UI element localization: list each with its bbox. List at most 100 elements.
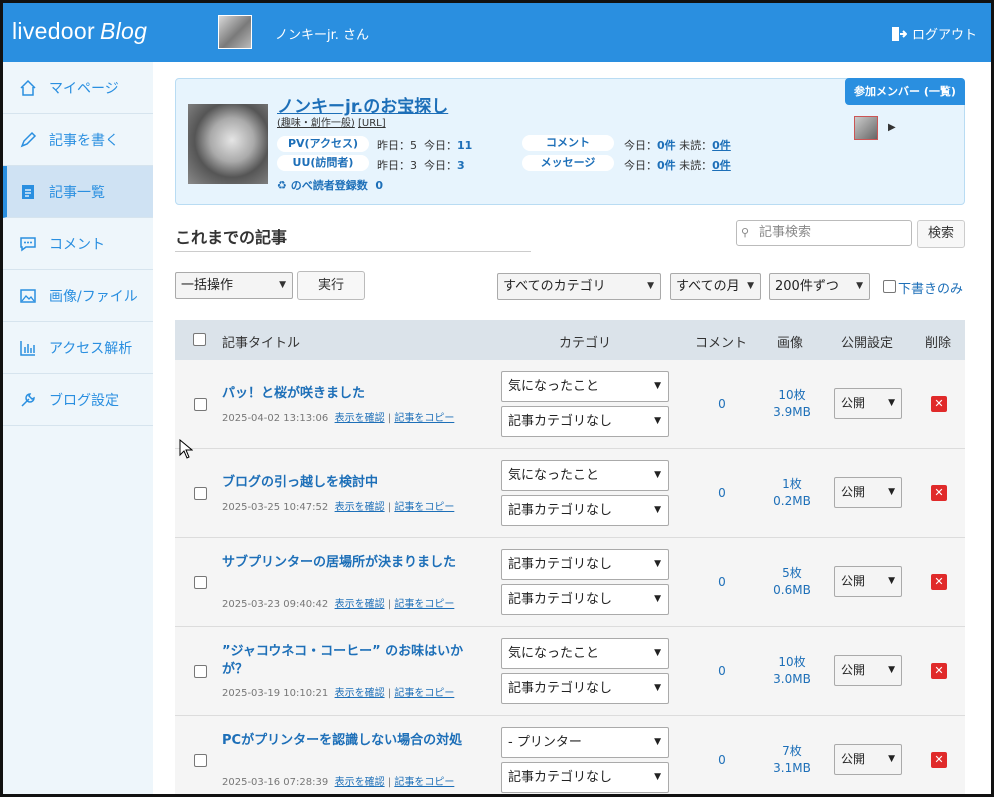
header-images: 画像 bbox=[777, 336, 804, 351]
article-title-link[interactable]: サブプリンターの居場所が決まりました bbox=[222, 554, 472, 572]
blog-summary: ノンキーjr.のお宝探し (趣味・創作一般) [URL] PV(アクセス) 昨日… bbox=[175, 78, 965, 205]
member-next-icon[interactable]: ▶ bbox=[888, 122, 896, 133]
chevron-down-icon: ▼ bbox=[654, 505, 661, 515]
article-search-input[interactable]: 記事検索 bbox=[736, 220, 912, 246]
view-link[interactable]: 表示を確認 bbox=[335, 502, 385, 513]
copy-link[interactable]: 記事をコピー bbox=[394, 688, 454, 699]
copy-link[interactable]: 記事をコピー bbox=[394, 502, 454, 513]
drafts-only-label[interactable]: 下書きのみ bbox=[898, 278, 963, 297]
sidebar-item-analytics[interactable]: アクセス解析 bbox=[3, 322, 153, 374]
view-link[interactable]: 表示を確認 bbox=[335, 777, 385, 788]
article-title-link[interactable]: PCがプリンターを認識しない場合の対処 bbox=[222, 732, 472, 750]
sidebar-item-label: ブログ設定 bbox=[49, 392, 119, 409]
comment-count[interactable]: 0 bbox=[715, 664, 729, 678]
comment-unread-link[interactable]: 0件 bbox=[712, 139, 731, 152]
sidebar-item-label: 記事を書く bbox=[49, 132, 119, 149]
search-icon: ⚲ bbox=[741, 226, 750, 239]
delete-icon[interactable]: ✕ bbox=[931, 752, 947, 768]
visibility-select[interactable]: 公開 ▼ bbox=[834, 477, 902, 508]
article-title-link[interactable]: パッ！と桜が咲きました bbox=[222, 385, 472, 403]
delete-icon[interactable]: ✕ bbox=[931, 485, 947, 501]
sidebar-item-mypage[interactable]: マイページ bbox=[3, 62, 153, 114]
logout-label: ログアウト bbox=[911, 28, 977, 43]
category-select-1[interactable]: 気になったこと ▼ bbox=[501, 638, 669, 669]
copy-link[interactable]: 記事をコピー bbox=[394, 777, 454, 788]
category-select-1[interactable]: 気になったこと ▼ bbox=[501, 371, 669, 402]
row-checkbox[interactable] bbox=[194, 665, 207, 678]
comment-count[interactable]: 0 bbox=[715, 486, 729, 500]
article-meta: 2025-04-02 13:13:06 表示を確認 | 記事をコピー bbox=[222, 413, 455, 424]
logout-link[interactable]: ログアウト bbox=[891, 24, 977, 43]
visibility-select[interactable]: 公開 ▼ bbox=[834, 744, 902, 775]
comment-count[interactable]: 0 bbox=[715, 397, 729, 411]
category-value: - プリンター bbox=[508, 735, 582, 750]
visibility-select[interactable]: 公開 ▼ bbox=[834, 566, 902, 597]
image-info[interactable]: 1枚 0.2MB bbox=[764, 476, 820, 510]
row-checkbox[interactable] bbox=[194, 754, 207, 767]
drafts-only-checkbox[interactable] bbox=[883, 280, 896, 293]
category-select-1[interactable]: - プリンター ▼ bbox=[501, 727, 669, 758]
comment-count[interactable]: 0 bbox=[715, 575, 729, 589]
blog-category-label[interactable]: (趣味・創作一般) bbox=[277, 118, 355, 129]
sidebar-item-comments[interactable]: コメント bbox=[3, 218, 153, 270]
visibility-value: 公開 bbox=[841, 574, 866, 588]
category-select-2[interactable]: 記事カテゴリなし ▼ bbox=[501, 673, 669, 704]
member-avatar[interactable] bbox=[854, 116, 878, 140]
category-value: 記事カテゴリなし bbox=[508, 414, 613, 429]
bulk-action-select[interactable]: 一括操作 ▼ bbox=[175, 272, 293, 299]
category-select-2[interactable]: 記事カテゴリなし ▼ bbox=[501, 495, 669, 526]
category-select-2[interactable]: 記事カテゴリなし ▼ bbox=[501, 762, 669, 793]
copy-link[interactable]: 記事をコピー bbox=[394, 599, 454, 610]
sidebar-item-articles[interactable]: 記事一覧 bbox=[3, 166, 153, 218]
visibility-select[interactable]: 公開 ▼ bbox=[834, 388, 902, 419]
sidebar-item-write[interactable]: 記事を書く bbox=[3, 114, 153, 166]
sidebar-item-label: マイページ bbox=[49, 80, 119, 97]
message-unread-link[interactable]: 0件 bbox=[712, 159, 731, 172]
blog-url-link[interactable]: [URL] bbox=[358, 118, 386, 129]
chevron-down-icon: ▼ bbox=[654, 594, 661, 604]
article-title-link[interactable]: ”ジャコウネコ・コーヒー” のお味はいかが？ bbox=[222, 643, 472, 679]
article-title-link[interactable]: ブログの引っ越しを検討中 bbox=[222, 474, 472, 492]
view-link[interactable]: 表示を確認 bbox=[335, 599, 385, 610]
copy-link[interactable]: 記事をコピー bbox=[394, 413, 454, 424]
row-checkbox[interactable] bbox=[194, 487, 207, 500]
search-button[interactable]: 検索 bbox=[917, 220, 965, 248]
month-filter-select[interactable]: すべての月 ▼ bbox=[670, 273, 761, 300]
delete-icon[interactable]: ✕ bbox=[931, 663, 947, 679]
row-checkbox[interactable] bbox=[194, 576, 207, 589]
comment-stats: 今日：0件 未読：0件 bbox=[624, 137, 731, 153]
execute-button[interactable]: 実行 bbox=[297, 271, 365, 300]
user-avatar[interactable] bbox=[218, 15, 252, 49]
members-list-button[interactable]: 参加メンバー (一覧) bbox=[845, 78, 965, 105]
category-select-2[interactable]: 記事カテゴリなし ▼ bbox=[501, 406, 669, 437]
select-all-checkbox[interactable] bbox=[193, 333, 206, 346]
article-meta: 2025-03-16 07:28:39 表示を確認 | 記事をコピー bbox=[222, 777, 455, 788]
sidebar-item-settings[interactable]: ブログ設定 bbox=[3, 374, 153, 426]
image-info[interactable]: 7枚 3.1MB bbox=[764, 743, 820, 777]
image-info[interactable]: 5枚 0.6MB bbox=[764, 565, 820, 599]
section-title: これまでの記事 bbox=[175, 228, 288, 247]
category-select-2[interactable]: 記事カテゴリなし ▼ bbox=[501, 584, 669, 615]
pv-stats: 昨日：5 今日：11 bbox=[377, 137, 472, 153]
image-info[interactable]: 10枚 3.0MB bbox=[764, 654, 820, 688]
table-row: ”ジャコウネコ・コーヒー” のお味はいかが？ 2025-03-19 10:10:… bbox=[175, 627, 965, 716]
header-delete: 削除 bbox=[925, 336, 952, 351]
category-select-1[interactable]: 記事カテゴリなし ▼ bbox=[501, 549, 669, 580]
sidebar-item-label: コメント bbox=[49, 236, 105, 253]
user-name[interactable]: ノンキーjr. さん bbox=[275, 24, 369, 43]
delete-icon[interactable]: ✕ bbox=[931, 396, 947, 412]
category-filter-select[interactable]: すべてのカテゴリ ▼ bbox=[497, 273, 661, 300]
view-link[interactable]: 表示を確認 bbox=[335, 688, 385, 699]
per-page-select[interactable]: 200件ずつ ▼ bbox=[769, 273, 870, 300]
category-value: 記事カテゴリなし bbox=[508, 503, 613, 518]
view-link[interactable]: 表示を確認 bbox=[335, 413, 385, 424]
blog-thumbnail[interactable] bbox=[188, 104, 268, 184]
category-select-1[interactable]: 気になったこと ▼ bbox=[501, 460, 669, 491]
comment-count[interactable]: 0 bbox=[715, 753, 729, 767]
livedoor-blog-logo[interactable]: livedoor Blog bbox=[12, 18, 147, 45]
delete-icon[interactable]: ✕ bbox=[931, 574, 947, 590]
row-checkbox[interactable] bbox=[194, 398, 207, 411]
visibility-select[interactable]: 公開 ▼ bbox=[834, 655, 902, 686]
image-info[interactable]: 10枚 3.9MB bbox=[764, 387, 820, 421]
sidebar-item-images[interactable]: 画像/ファイル bbox=[3, 270, 153, 322]
